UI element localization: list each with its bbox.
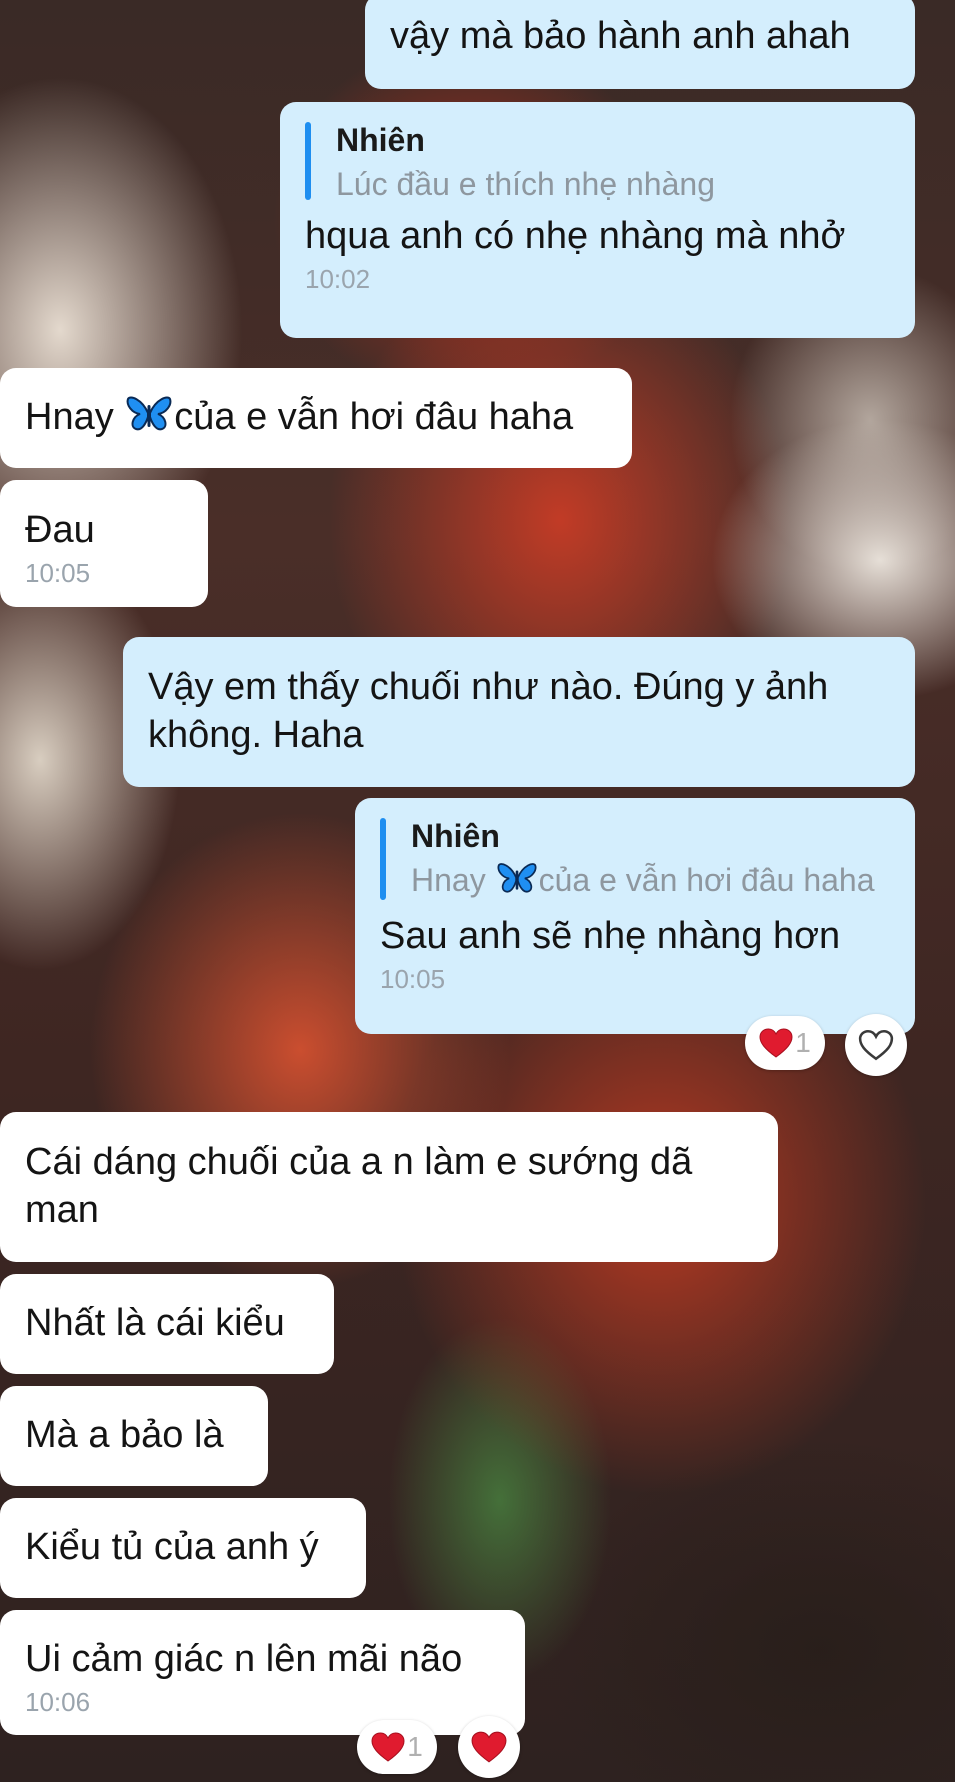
- butterfly-icon: [126, 393, 172, 445]
- reaction-count: 1: [795, 1027, 811, 1058]
- message-text: Cái dáng chuối của a n làm e sướng dã ma…: [25, 1141, 693, 1231]
- message-timestamp: 10:06: [25, 1687, 91, 1717]
- react-button[interactable]: [845, 1014, 907, 1076]
- message-text: Ui cảm giác n lên mãi não: [25, 1638, 463, 1680]
- quote-text: Lúc đầu e thích nhẹ nhàng: [336, 166, 715, 202]
- quote-bar: [380, 818, 386, 900]
- reply-quote[interactable]: Nhiên Hnay của e vẫn hơi đâu haha: [380, 814, 890, 906]
- message-text: Hnay của e vẫn hơi đâu haha: [25, 393, 607, 445]
- message-text: Đau: [25, 509, 95, 551]
- reaction-badge[interactable]: 1: [745, 1016, 825, 1070]
- message-text: Kiểu tủ của anh ý: [25, 1526, 319, 1568]
- heart-outline-icon: [858, 1029, 894, 1061]
- quote-text-before: Hnay: [411, 862, 486, 898]
- message-text: vậy mà bảo hành anh ahah: [390, 15, 851, 57]
- quote-text-after: của e vẫn hơi đâu haha: [538, 862, 875, 898]
- message-timestamp: 10:05: [380, 964, 446, 994]
- react-button[interactable]: [458, 1716, 520, 1778]
- reaction-count: 1: [407, 1731, 423, 1762]
- quote-text: Hnay của e vẫn hơi đâu haha: [411, 858, 890, 906]
- message-bubble-incoming[interactable]: Cái dáng chuối của a n làm e sướng dã ma…: [0, 1112, 778, 1262]
- message-text: hqua anh có nhẹ nhàng mà nhở: [305, 215, 846, 257]
- reply-quote[interactable]: Nhiên Lúc đầu e thích nhẹ nhàng: [305, 118, 890, 206]
- message-text-after: của e vẫn hơi đâu haha: [174, 396, 574, 438]
- reaction-badge[interactable]: 1: [357, 1720, 437, 1774]
- message-text: Nhất là cái kiểu: [25, 1302, 285, 1344]
- message-bubble-incoming[interactable]: Ui cảm giác n lên mãi não 10:06: [0, 1610, 525, 1735]
- message-bubble-incoming[interactable]: Hnay của e vẫn hơi đâu haha: [0, 368, 632, 468]
- message-timestamp: 10:05: [25, 558, 91, 588]
- quote-sender-name: Nhiên: [336, 122, 425, 158]
- message-text: Mà a bảo là: [25, 1414, 224, 1456]
- message-bubble-outgoing[interactable]: Vậy em thấy chuối như nào. Đúng y ảnh kh…: [123, 637, 915, 787]
- message-text: Vậy em thấy chuối như nào. Đúng y ảnh kh…: [148, 666, 829, 756]
- message-bubble-incoming[interactable]: Đau 10:05: [0, 480, 208, 607]
- message-bubble-incoming[interactable]: Kiểu tủ của anh ý: [0, 1498, 366, 1598]
- message-bubble-outgoing[interactable]: Nhiên Lúc đầu e thích nhẹ nhàng hqua anh…: [280, 102, 915, 338]
- message-bubble-outgoing[interactable]: Nhiên Hnay của e vẫn hơi đâu haha Sau an…: [355, 798, 915, 1034]
- heart-icon: [759, 1028, 793, 1058]
- butterfly-icon: [497, 860, 537, 906]
- heart-icon: [471, 1731, 507, 1763]
- message-text-before: Hnay: [25, 396, 114, 438]
- message-list[interactable]: vậy mà bảo hành anh ahah Nhiên Lúc đầu e…: [0, 0, 955, 1782]
- heart-icon: [371, 1732, 405, 1762]
- message-bubble-outgoing[interactable]: vậy mà bảo hành anh ahah: [365, 0, 915, 89]
- message-bubble-incoming[interactable]: Mà a bảo là: [0, 1386, 268, 1486]
- message-text: Sau anh sẽ nhẹ nhàng hơn: [380, 915, 841, 957]
- message-bubble-incoming[interactable]: Nhất là cái kiểu: [0, 1274, 334, 1374]
- quote-bar: [305, 122, 311, 200]
- message-timestamp: 10:02: [305, 264, 371, 294]
- quote-sender-name: Nhiên: [411, 818, 500, 854]
